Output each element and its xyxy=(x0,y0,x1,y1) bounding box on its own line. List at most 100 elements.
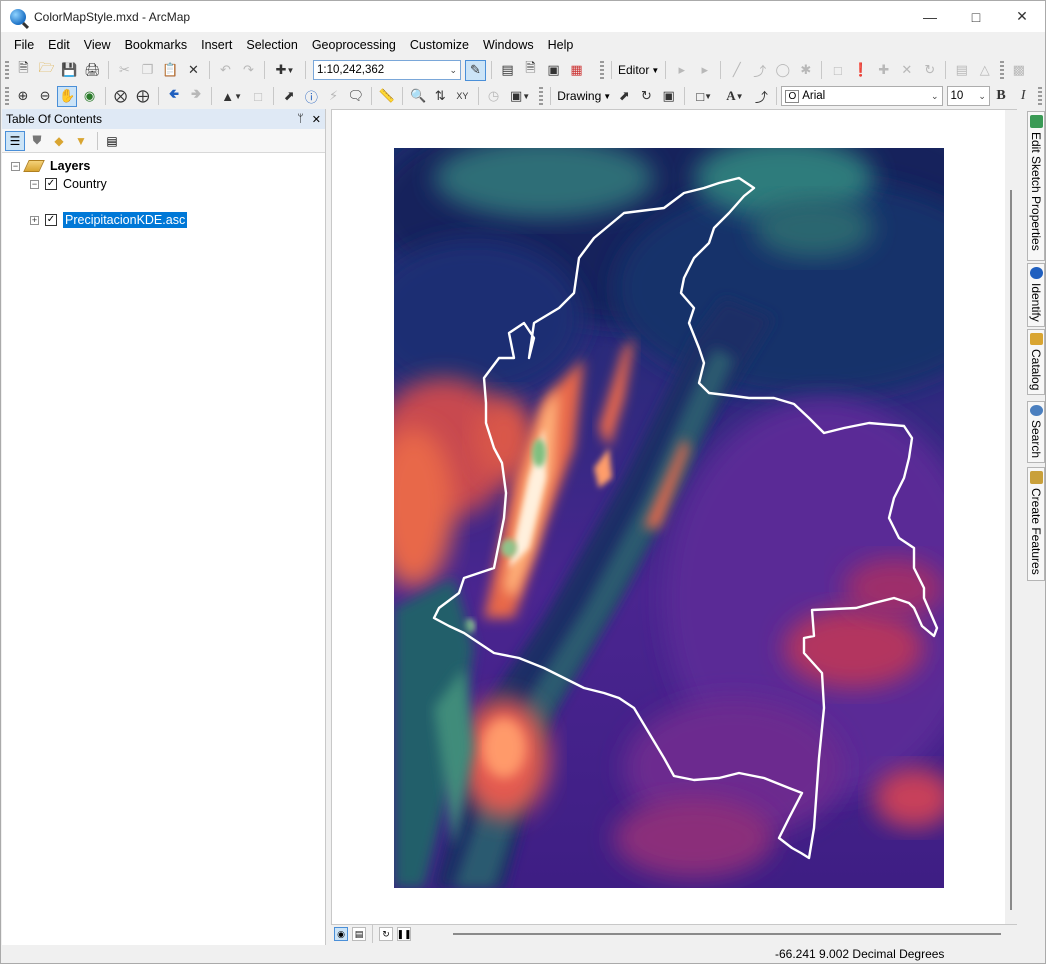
toolbar-grip[interactable] xyxy=(539,87,544,105)
maximize-button[interactable]: □ xyxy=(953,1,999,32)
edit-annotation-icon[interactable]: ▸ xyxy=(694,60,715,81)
menu-selection[interactable]: Selection xyxy=(239,35,304,55)
tree-layer-country[interactable]: − ✓ Country xyxy=(30,175,107,193)
clear-selection-icon[interactable]: □ xyxy=(248,86,268,107)
copy-icon[interactable]: ❐ xyxy=(137,60,158,81)
back-arrow-icon[interactable]: 🢀 xyxy=(164,86,184,107)
select-features-icon[interactable]: ▲ ▼ xyxy=(217,86,246,107)
select-elements-arrow-icon[interactable]: ⬈ xyxy=(614,86,634,107)
straight-segment-icon[interactable]: ╱ xyxy=(726,60,747,81)
menu-edit[interactable]: Edit xyxy=(41,35,77,55)
undo-icon[interactable]: ↶ xyxy=(215,60,236,81)
trace-icon[interactable]: ◯ xyxy=(772,60,793,81)
catalog-window-icon[interactable]: 🗎 xyxy=(520,60,541,81)
edit-vertices-drawing-icon[interactable]: ⤴ xyxy=(751,86,771,107)
arctoolbox-icon[interactable]: ▦ xyxy=(566,60,587,81)
toolbar-grip[interactable] xyxy=(1038,87,1043,105)
options-icon[interactable]: ▤ xyxy=(102,131,122,151)
toolbar-grip[interactable] xyxy=(600,61,604,79)
menu-geoprocessing[interactable]: Geoprocessing xyxy=(305,35,403,55)
dock-tab-catalog[interactable]: Catalog xyxy=(1027,329,1045,395)
new-document-icon[interactable]: 🗎 xyxy=(13,60,34,81)
create-viewer-window-icon[interactable]: ▣ ▼ xyxy=(506,86,535,107)
list-by-source-icon[interactable]: ⛊ xyxy=(27,131,47,151)
fixed-zoom-out-icon[interactable]: ⨁ xyxy=(133,86,153,107)
map-horizontal-scrollbar[interactable] xyxy=(453,933,1001,935)
collapse-icon[interactable]: − xyxy=(30,179,39,189)
dock-tab-create-features[interactable]: Create Features xyxy=(1027,467,1045,581)
open-folder-icon[interactable]: 🗁 xyxy=(36,60,57,81)
edit-tool-icon[interactable]: ▸ xyxy=(671,60,692,81)
map-vertical-scrollbar[interactable] xyxy=(1005,110,1017,924)
search-window-icon[interactable]: ▣ xyxy=(543,60,564,81)
toolbar-grip[interactable] xyxy=(5,61,9,79)
rotate-icon[interactable]: ↻ xyxy=(919,60,940,81)
edit-vertices-icon[interactable]: □ xyxy=(827,60,848,81)
find-route-icon[interactable]: ⇅ xyxy=(430,86,450,107)
menu-windows[interactable]: Windows xyxy=(476,35,541,55)
italic-button[interactable]: I xyxy=(1013,86,1033,107)
measure-icon[interactable]: 📏 xyxy=(377,86,397,107)
pan-hand-icon[interactable]: ✋ xyxy=(57,85,78,107)
rectangle-icon[interactable]: □ ▼ xyxy=(690,86,719,107)
rotate-element-icon[interactable]: ↻ xyxy=(636,86,656,107)
menu-customize[interactable]: Customize xyxy=(403,35,476,55)
add-data-icon[interactable]: ✚ ▼ xyxy=(270,60,300,81)
dock-tab-edit-sketch-properties[interactable]: Edit Sketch Properties xyxy=(1027,111,1045,261)
extra-tools-icon[interactable]: ▩ xyxy=(1008,60,1029,81)
select-elements-icon[interactable]: ⬈ xyxy=(279,86,299,107)
list-by-drawing-order-icon[interactable]: ☰ xyxy=(5,130,25,151)
time-slider-icon[interactable]: ◷ xyxy=(483,86,503,107)
tree-layer-precipitacion[interactable]: + ✓ PrecipitacionKDE.asc xyxy=(30,211,188,229)
cut-icon[interactable]: ✂ xyxy=(114,60,135,81)
redo-icon[interactable]: ↷ xyxy=(238,60,259,81)
close-icon[interactable]: ✕ xyxy=(312,113,321,126)
layer-visibility-checkbox[interactable]: ✓ xyxy=(45,178,57,190)
cut-polygons-icon[interactable]: ✚ xyxy=(873,60,894,81)
pause-drawing-icon[interactable]: ❚❚ xyxy=(396,927,412,941)
minimize-button[interactable]: — xyxy=(907,1,953,32)
list-by-visibility-icon[interactable]: ◆ xyxy=(49,131,69,151)
drawing-menu[interactable]: Drawing ▼ xyxy=(555,89,613,103)
map-scale-combo[interactable]: 1:10,242,362 ⌄ xyxy=(313,60,461,80)
data-view-icon[interactable]: ◉ xyxy=(334,927,348,941)
menu-insert[interactable]: Insert xyxy=(194,35,239,55)
font-size-combo[interactable]: 10 ⌄ xyxy=(946,86,990,106)
editor-toolbar-icon[interactable]: ✎ xyxy=(465,59,486,81)
find-binoculars-icon[interactable]: 🔍 xyxy=(408,86,428,107)
dock-tab-identify[interactable]: Identify xyxy=(1027,263,1045,327)
scrollbar-thumb[interactable] xyxy=(1010,190,1012,910)
attributes-icon[interactable]: ▤ xyxy=(951,60,972,81)
split-icon[interactable]: ✕ xyxy=(896,60,917,81)
editor-menu[interactable]: Editor ▼ xyxy=(616,63,661,77)
toolbar-grip[interactable] xyxy=(1000,61,1005,79)
full-extent-globe-icon[interactable]: ◉ xyxy=(79,86,99,107)
zoom-out-icon[interactable]: ⊖ xyxy=(35,86,55,107)
point-icon[interactable]: ✱ xyxy=(795,60,816,81)
fixed-zoom-in-icon[interactable]: ⨂ xyxy=(111,86,131,107)
zoom-in-icon[interactable]: ⊕ xyxy=(13,86,33,107)
tree-layers-root[interactable]: − Layers xyxy=(11,157,90,175)
expand-icon[interactable]: + xyxy=(30,215,39,225)
menu-view[interactable]: View xyxy=(77,35,118,55)
html-popup-icon[interactable]: 🗨 xyxy=(346,86,366,107)
identify-icon[interactable]: ⓘ xyxy=(301,86,321,107)
save-icon[interactable]: 💾 xyxy=(59,60,80,81)
zoom-to-elements-icon[interactable]: ▣ xyxy=(659,86,679,107)
bold-button[interactable]: B xyxy=(991,86,1011,107)
delete-icon[interactable]: ✕ xyxy=(183,60,204,81)
menu-help[interactable]: Help xyxy=(541,35,581,55)
end-point-arc-icon[interactable]: ⤴ xyxy=(749,60,770,81)
hyperlink-icon[interactable]: ⚡ xyxy=(324,86,344,107)
pin-icon[interactable]: ᛘ xyxy=(297,113,304,126)
go-to-xy-icon[interactable]: XY xyxy=(452,86,472,107)
table-of-contents-icon[interactable]: ▤ xyxy=(497,60,518,81)
layout-view-icon[interactable]: ▤ xyxy=(352,927,366,941)
menu-bookmarks[interactable]: Bookmarks xyxy=(118,35,195,55)
sketch-properties-icon[interactable]: △ xyxy=(974,60,995,81)
reshape-icon[interactable]: ❗ xyxy=(850,60,871,81)
paste-icon[interactable]: 📋 xyxy=(160,60,181,81)
close-button[interactable]: ✕ xyxy=(999,1,1045,32)
menu-file[interactable]: File xyxy=(7,35,41,55)
dock-tab-search[interactable]: Search xyxy=(1027,401,1045,463)
